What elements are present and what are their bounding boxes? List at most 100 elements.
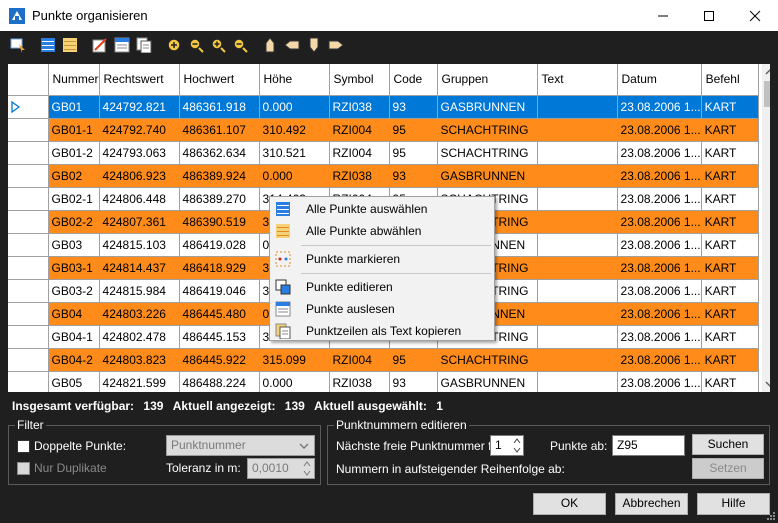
table-cell[interactable]: 486445.922 xyxy=(179,348,260,372)
table-cell[interactable]: GB03 xyxy=(48,233,100,257)
menu-item-read-points[interactable]: Punkte auslesen xyxy=(270,298,494,320)
column-header[interactable]: Text xyxy=(537,64,618,96)
table-cell[interactable]: GB04-1 xyxy=(48,325,100,349)
table-cell[interactable]: 93 xyxy=(389,95,438,119)
table-cell[interactable]: 486445.480 xyxy=(179,302,260,326)
column-header[interactable]: Hochwert xyxy=(179,64,260,96)
table-cell[interactable] xyxy=(537,256,618,280)
row-header[interactable] xyxy=(8,256,49,280)
vertical-scrollbar[interactable] xyxy=(762,64,770,392)
table-cell[interactable]: 23.08.2006 1... xyxy=(617,371,702,392)
resize-grip-icon[interactable] xyxy=(766,511,776,521)
table-cell[interactable]: 23.08.2006 1... xyxy=(617,348,702,372)
row-header[interactable] xyxy=(8,348,49,372)
table-row[interactable]: GB05 424821.599 486488.224 0.000 RZI038 93 GAS… xyxy=(8,371,759,392)
pan-right-button[interactable] xyxy=(327,36,345,54)
table-cell[interactable]: 315.099 xyxy=(259,348,330,372)
table-cell[interactable] xyxy=(537,279,618,303)
minimize-button[interactable] xyxy=(640,0,686,31)
row-header[interactable] xyxy=(8,233,49,257)
table-cell[interactable]: 486445.153 xyxy=(179,325,260,349)
table-cell[interactable]: GB01-2 xyxy=(48,141,100,165)
table-cell[interactable] xyxy=(537,233,618,257)
toolbar-select-all-button[interactable] xyxy=(39,36,57,54)
table-cell[interactable]: 424806.448 xyxy=(99,187,180,211)
table-cell[interactable]: RZI038 xyxy=(329,95,390,119)
table-cell[interactable]: 23.08.2006 1... xyxy=(617,141,702,165)
column-header[interactable]: Rechtswert xyxy=(99,64,180,96)
row-header[interactable] xyxy=(8,187,49,211)
help-button[interactable]: Hilfe xyxy=(697,493,770,515)
table-cell[interactable]: RZI038 xyxy=(329,164,390,188)
table-cell[interactable] xyxy=(537,325,618,349)
table-cell[interactable]: 486361.107 xyxy=(179,118,260,142)
table-row[interactable]: GB04-2 424803.823 486445.922 315.099 RZI004 9… xyxy=(8,348,759,372)
table-cell[interactable]: KART xyxy=(701,187,759,211)
table-cell[interactable]: 424807.361 xyxy=(99,210,180,234)
pan-left-button[interactable] xyxy=(283,36,301,54)
table-cell[interactable]: RZI004 xyxy=(329,141,390,165)
menu-item-deselect-all[interactable]: Alle Punkte abwählen xyxy=(270,220,494,242)
table-cell[interactable] xyxy=(537,141,618,165)
table-cell[interactable] xyxy=(537,95,618,119)
table-cell[interactable]: SCHACHTRING xyxy=(437,348,538,372)
menu-item-mark-points[interactable]: Punkte markieren xyxy=(270,248,494,270)
table-cell[interactable]: GASBRUNNEN xyxy=(437,371,538,392)
table-cell[interactable]: GB02 xyxy=(48,164,100,188)
table-cell[interactable]: KART xyxy=(701,118,759,142)
table-cell[interactable]: 424803.823 xyxy=(99,348,180,372)
duplicates-criterion-select[interactable]: Punktnummer xyxy=(166,435,315,456)
table-cell[interactable]: 95 xyxy=(389,118,438,142)
table-cell[interactable]: 23.08.2006 1... xyxy=(617,256,702,280)
table-cell[interactable]: KART xyxy=(701,302,759,326)
maximize-button[interactable] xyxy=(686,0,732,31)
table-cell[interactable]: 0.000 xyxy=(259,164,330,188)
table-cell[interactable]: GB01 xyxy=(48,95,100,119)
table-cell[interactable] xyxy=(537,164,618,188)
table-cell[interactable]: 486419.046 xyxy=(179,279,260,303)
menu-item-select-all[interactable]: Alle Punkte auswählen xyxy=(270,198,494,220)
toolbar-edit-button[interactable] xyxy=(91,36,109,54)
close-button[interactable] xyxy=(732,0,778,31)
table-cell[interactable]: KART xyxy=(701,371,759,392)
column-header[interactable]: Befehl xyxy=(701,64,759,96)
zoom-out-button[interactable] xyxy=(187,36,205,54)
row-header[interactable] xyxy=(8,279,49,303)
row-header[interactable] xyxy=(8,371,49,392)
table-cell[interactable]: 424806.923 xyxy=(99,164,180,188)
menu-item-edit-points[interactable]: Punkte editieren xyxy=(270,276,494,298)
table-cell[interactable]: 486419.028 xyxy=(179,233,260,257)
only-duplicates-checkbox[interactable] xyxy=(17,462,30,475)
table-cell[interactable]: 486362.634 xyxy=(179,141,260,165)
table-cell[interactable]: KART xyxy=(701,95,759,119)
table-cell[interactable]: 424792.821 xyxy=(99,95,180,119)
table-cell[interactable]: 486390.519 xyxy=(179,210,260,234)
table-cell[interactable]: 486389.270 xyxy=(179,187,260,211)
table-cell[interactable]: 23.08.2006 1... xyxy=(617,187,702,211)
table-cell[interactable]: 0.000 xyxy=(259,371,330,392)
row-header[interactable] xyxy=(8,325,49,349)
table-cell[interactable]: 424793.063 xyxy=(99,141,180,165)
table-cell[interactable]: 424815.103 xyxy=(99,233,180,257)
table-cell[interactable]: 95 xyxy=(389,348,438,372)
column-header[interactable]: Symbol xyxy=(329,64,390,96)
table-cell[interactable]: 486361.918 xyxy=(179,95,260,119)
row-header[interactable] xyxy=(8,210,49,234)
table-cell[interactable]: 310.521 xyxy=(259,141,330,165)
table-cell[interactable]: SCHACHTRING xyxy=(437,141,538,165)
table-cell[interactable]: 93 xyxy=(389,164,438,188)
tolerance-input[interactable]: 0,0010 xyxy=(247,458,315,479)
table-cell[interactable]: 93 xyxy=(389,371,438,392)
column-header[interactable]: Gruppen xyxy=(437,64,538,96)
table-row[interactable]: GB01-1 424792.740 486361.107 310.492 RZI004 9… xyxy=(8,118,759,142)
column-header[interactable]: Datum xyxy=(617,64,702,96)
table-cell[interactable]: 424815.984 xyxy=(99,279,180,303)
table-cell[interactable]: GB04-2 xyxy=(48,348,100,372)
table-row[interactable]: GB01 424792.821 486361.918 0.000 RZI038 93 GAS… xyxy=(8,95,759,119)
pan-up-button[interactable] xyxy=(261,36,279,54)
table-cell[interactable]: 23.08.2006 1... xyxy=(617,118,702,142)
table-cell[interactable]: 424792.740 xyxy=(99,118,180,142)
table-cell[interactable]: 23.08.2006 1... xyxy=(617,164,702,188)
table-cell[interactable]: 424803.226 xyxy=(99,302,180,326)
toolbar-read-points-button[interactable] xyxy=(113,36,131,54)
